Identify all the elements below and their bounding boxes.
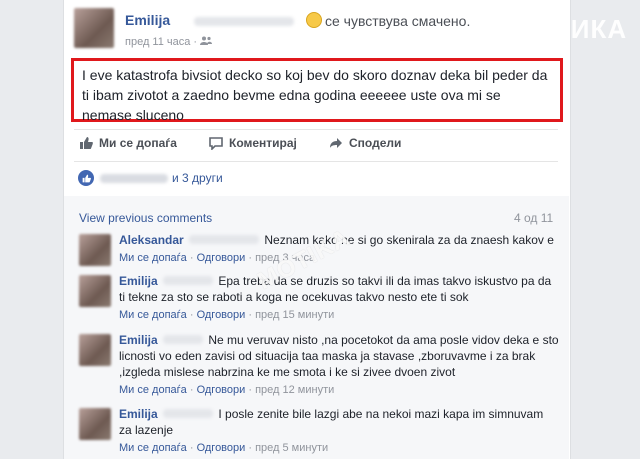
comment-reply-link[interactable]: Одговори — [197, 384, 246, 396]
comment-reply-link[interactable]: Одговори — [197, 252, 246, 264]
share-arrow-icon — [330, 138, 342, 148]
like-reaction-icon — [78, 170, 94, 186]
post-actions: Ми се допаѓа Коментирај Сподели — [79, 136, 559, 154]
feeling-status: се чувствува смачено. — [306, 12, 470, 29]
redacted-liker-names — [100, 173, 168, 183]
view-previous-comments[interactable]: View previous comments — [79, 211, 212, 225]
comment-button[interactable]: Коментирај — [209, 136, 297, 150]
post-header: Emilija се чувствува смачено. пред 11 ча… — [74, 4, 544, 54]
comment-time[interactable]: пред 15 минути — [255, 309, 334, 321]
comment-reply-link[interactable]: Одговори — [197, 309, 246, 321]
comment-actions: Ми се допаѓа · Одговори · пред 12 минути — [119, 384, 335, 396]
comment-reply-link[interactable]: Одговори — [197, 442, 246, 454]
commenter-avatar[interactable] — [79, 234, 111, 266]
commenter-name[interactable]: Emilija — [119, 407, 158, 421]
redacted-surname — [194, 17, 294, 26]
likes-summary[interactable]: и 3 други — [78, 170, 223, 186]
commenter-name[interactable]: Emilija — [119, 274, 158, 288]
comment-time[interactable]: пред 5 минути — [255, 442, 328, 454]
share-label: Сподели — [349, 136, 402, 150]
commenter-avatar[interactable] — [79, 408, 111, 440]
like-button[interactable]: Ми се допаѓа — [79, 136, 177, 150]
comment-like-link[interactable]: Ми се допаѓа — [119, 252, 187, 264]
feeling-text: се чувствува смачено. — [325, 13, 471, 29]
author-avatar[interactable] — [74, 8, 114, 48]
commenter-avatar[interactable] — [79, 275, 111, 307]
post-time[interactable]: пред 11 часа — [125, 36, 190, 48]
redacted-surname — [163, 276, 214, 285]
comment-label: Коментирај — [229, 136, 297, 150]
redacted-surname — [163, 335, 204, 344]
thumbs-up-icon — [80, 137, 93, 149]
likes-others-text: и 3 други — [172, 171, 223, 185]
share-button[interactable]: Сподели — [329, 136, 401, 150]
comment-like-link[interactable]: Ми се допаѓа — [119, 442, 187, 454]
comment-like-link[interactable]: Ми се допаѓа — [119, 309, 187, 321]
friends-audience-icon[interactable] — [200, 36, 213, 48]
comment-like-link[interactable]: Ми се допаѓа — [119, 384, 187, 396]
divider — [74, 129, 558, 130]
comment-actions: Ми се допаѓа · Одговори · пред 15 минути — [119, 309, 335, 321]
post-meta: пред 11 часа · — [125, 36, 213, 48]
comment-actions: Ми се допаѓа · Одговори · пред 5 минути — [119, 442, 329, 454]
comments-count: 4 од 11 — [514, 211, 554, 225]
redacted-surname — [163, 409, 214, 418]
post-text: I eve katastrofa bivsiot decko so koj be… — [71, 58, 563, 123]
divider — [74, 161, 558, 162]
commenter-name[interactable]: Aleksandar — [119, 233, 184, 247]
comment-icon — [209, 137, 223, 150]
comment-time[interactable]: пред 12 минути — [255, 384, 334, 396]
sad-face-icon — [306, 12, 322, 28]
commenter-name[interactable]: Emilija — [119, 333, 158, 347]
redacted-surname — [189, 235, 260, 244]
meta-separator: · — [193, 36, 198, 48]
commenter-avatar[interactable] — [79, 334, 111, 366]
like-label: Ми се допаѓа — [99, 136, 177, 150]
author-name[interactable]: Emilija — [125, 12, 170, 28]
